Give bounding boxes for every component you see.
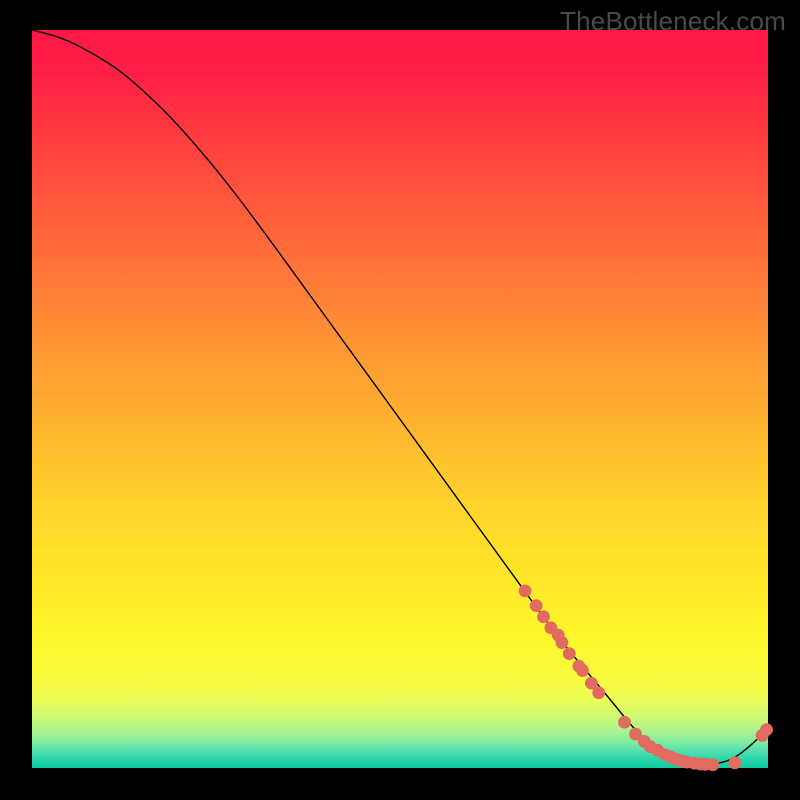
data-marker — [563, 647, 576, 660]
plot-area — [32, 30, 768, 768]
data-marker — [728, 756, 741, 769]
plot-svg — [32, 30, 768, 768]
data-marker — [592, 686, 605, 699]
data-marker — [576, 664, 589, 677]
bottleneck-curve — [32, 30, 768, 764]
chart-stage: TheBottleneck.com — [0, 0, 800, 800]
data-marker — [706, 758, 719, 771]
data-marker — [519, 584, 532, 597]
marker-group — [519, 584, 773, 771]
data-marker — [537, 610, 550, 623]
data-marker — [530, 599, 543, 612]
data-marker — [556, 636, 569, 649]
data-marker — [618, 716, 631, 729]
data-marker — [760, 723, 773, 736]
